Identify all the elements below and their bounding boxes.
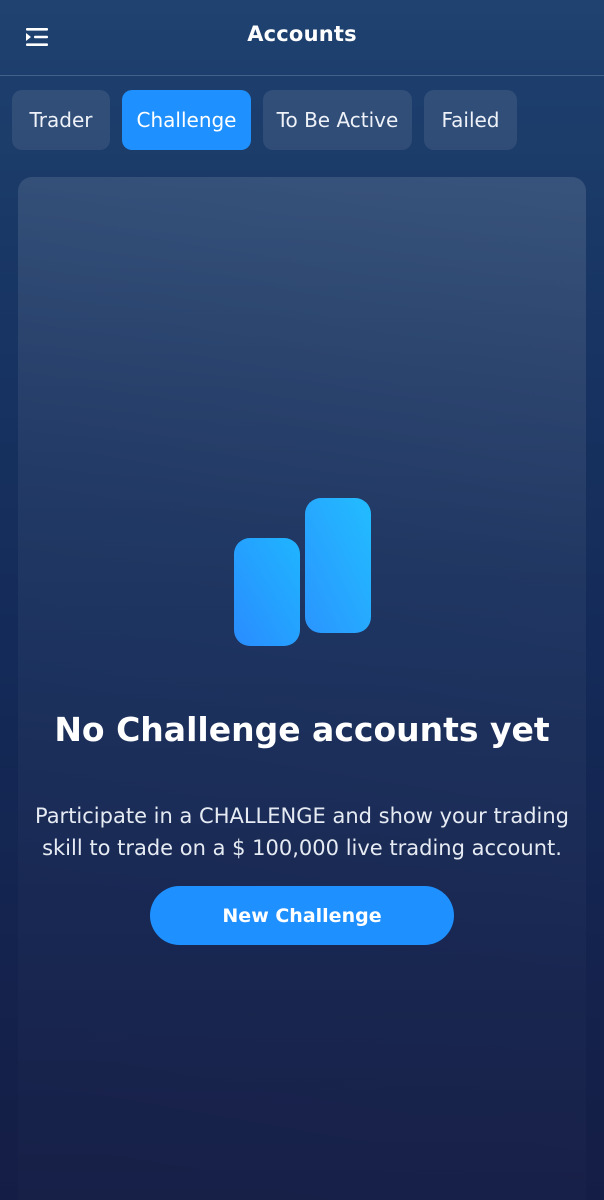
empty-state-title: No Challenge accounts yet — [54, 710, 550, 749]
empty-state-description: Participate in a CHALLENGE and show your… — [34, 804, 570, 860]
tab-to-be-active[interactable]: To Be Active — [263, 90, 412, 150]
empty-state-card — [18, 177, 586, 1200]
tab-failed[interactable]: Failed — [424, 90, 517, 150]
bar-chart-icon-short-bar — [234, 538, 300, 646]
tab-trader[interactable]: Trader — [12, 90, 110, 150]
app-header: Accounts — [0, 0, 604, 76]
tab-challenge[interactable]: Challenge — [122, 90, 251, 150]
bar-chart-icon-tall-bar — [305, 498, 371, 633]
page-title: Accounts — [247, 22, 357, 46]
new-challenge-button[interactable]: New Challenge — [150, 886, 454, 945]
bar-chart-icon — [234, 498, 371, 646]
